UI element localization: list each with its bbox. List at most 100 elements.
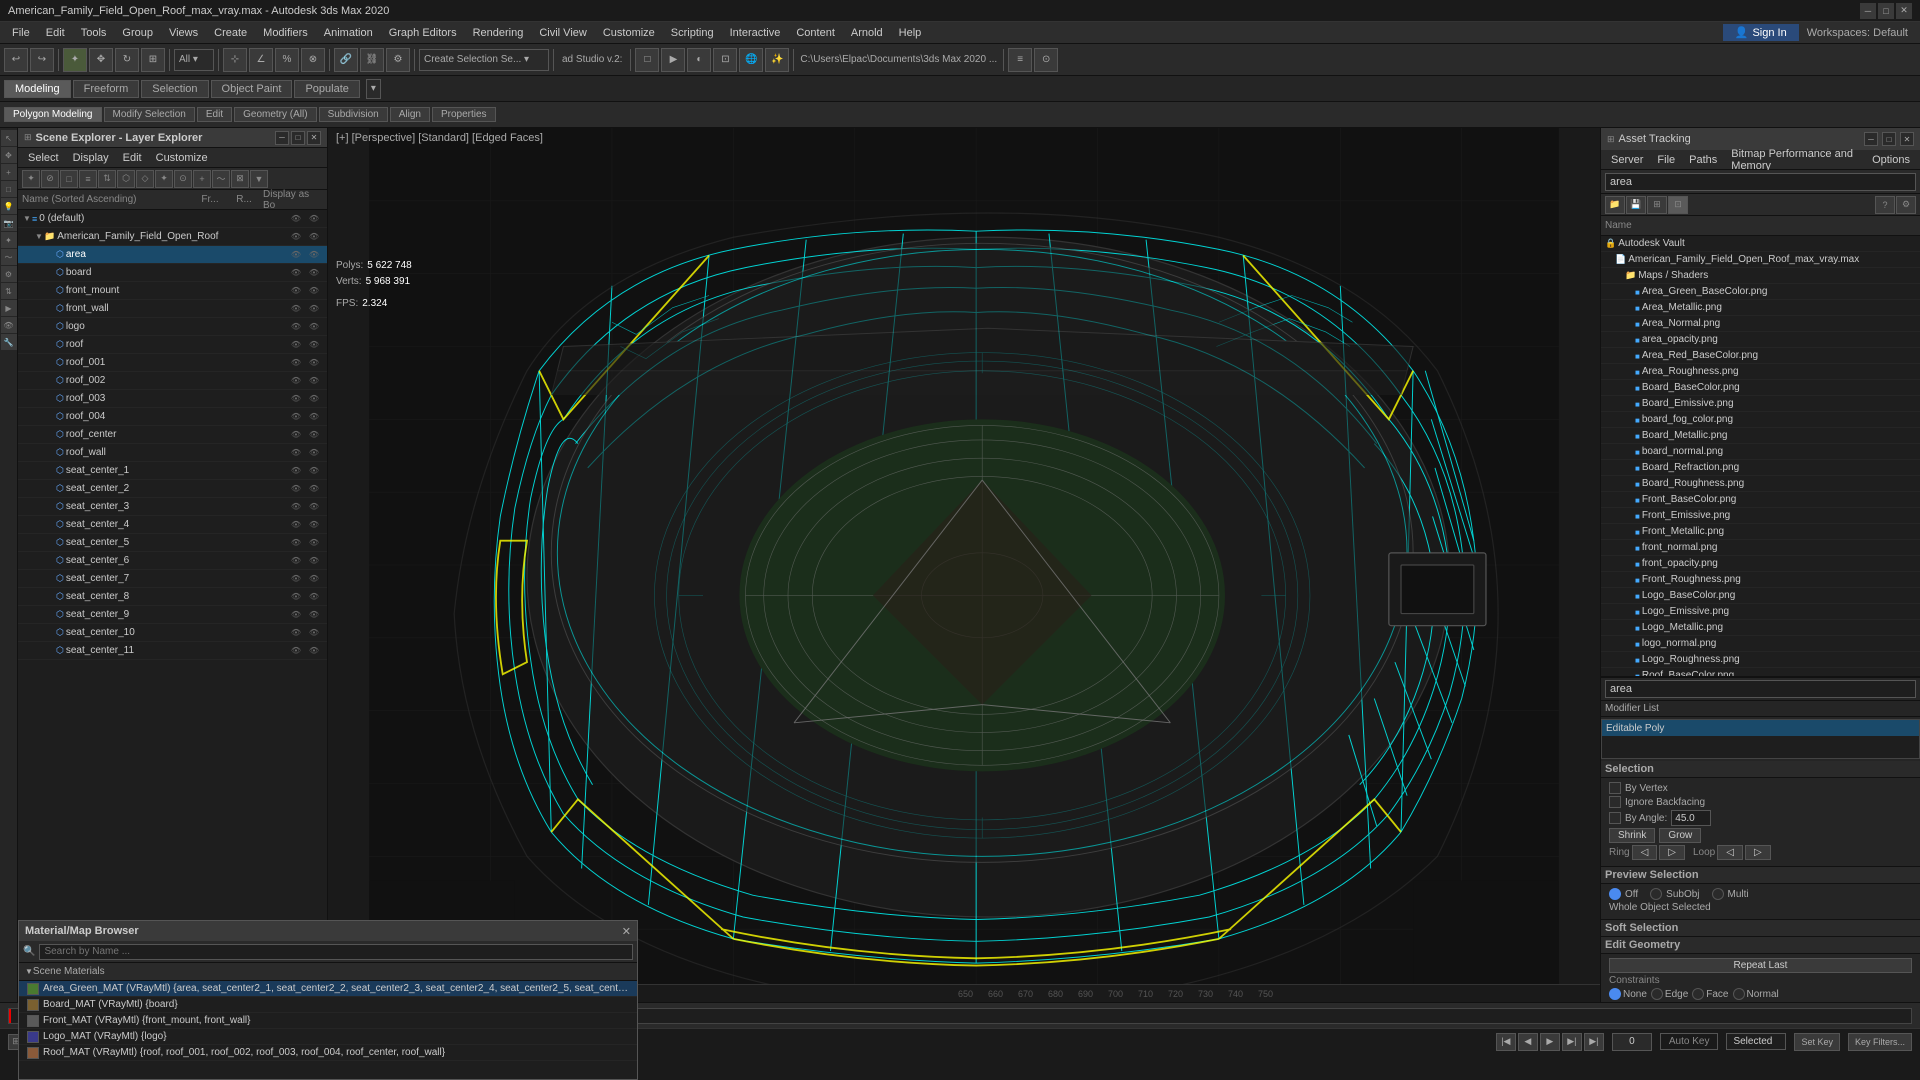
at-close[interactable]: ✕ bbox=[1900, 132, 1914, 146]
asset-item[interactable]: 🔒Autodesk Vault bbox=[1601, 236, 1920, 252]
scene-item[interactable]: ⬡board👁👁 bbox=[18, 264, 327, 282]
menu-content[interactable]: Content bbox=[788, 25, 843, 41]
at-restore[interactable]: □ bbox=[1882, 132, 1896, 146]
render-icon[interactable]: 👁 bbox=[305, 394, 323, 403]
multi-radio[interactable] bbox=[1712, 888, 1724, 900]
menu-help[interactable]: Help bbox=[891, 25, 930, 41]
se-hierarchy[interactable]: ⇅ bbox=[98, 170, 116, 188]
off-radio[interactable] bbox=[1609, 888, 1621, 900]
visibility-icon[interactable]: 👁 bbox=[287, 358, 305, 367]
grow-btn[interactable]: Grow bbox=[1659, 828, 1701, 843]
asset-item[interactable]: ■Front_Emissive.png bbox=[1601, 508, 1920, 524]
play-btn[interactable]: ▶ bbox=[1540, 1033, 1560, 1051]
scene-item[interactable]: ⬡seat_center_6👁👁 bbox=[18, 552, 327, 570]
tool-helpers[interactable]: ✦ bbox=[1, 232, 17, 248]
scene-item[interactable]: ▼📁American_Family_Field_Open_Roof👁👁 bbox=[18, 228, 327, 246]
scene-item[interactable]: ⬡seat_center_7👁👁 bbox=[18, 570, 327, 588]
render-icon[interactable]: 👁 bbox=[305, 520, 323, 529]
visibility-icon[interactable]: 👁 bbox=[287, 448, 305, 457]
rotate-btn[interactable]: ↻ bbox=[115, 48, 139, 72]
at-menu-file[interactable]: File bbox=[1651, 153, 1681, 167]
layers-btn[interactable]: ≡ bbox=[1008, 48, 1032, 72]
ring-plus[interactable]: ▷ bbox=[1659, 845, 1685, 860]
render-icon[interactable]: 👁 bbox=[305, 232, 323, 241]
asset-item[interactable]: ■board_fog_color.png bbox=[1601, 412, 1920, 428]
asset-item[interactable]: ■Area_Roughness.png bbox=[1601, 364, 1920, 380]
visibility-icon[interactable]: 👁 bbox=[287, 322, 305, 331]
asset-item[interactable]: ■Board_Refraction.png bbox=[1601, 460, 1920, 476]
tool-create[interactable]: + bbox=[1, 164, 17, 180]
asset-item[interactable]: ■Front_Metallic.png bbox=[1601, 524, 1920, 540]
normal-radio[interactable] bbox=[1733, 988, 1745, 1000]
scene-item[interactable]: ⬡roof_wall👁👁 bbox=[18, 444, 327, 462]
panel-restore[interactable]: □ bbox=[291, 131, 305, 145]
scene-item[interactable]: ▼≡0 (default)👁👁 bbox=[18, 210, 327, 228]
se-none[interactable]: □ bbox=[60, 170, 78, 188]
at-folder-btn[interactable]: 📁 bbox=[1605, 196, 1625, 214]
goto-end-btn[interactable]: ▶| bbox=[1584, 1033, 1604, 1051]
se-bones[interactable]: ⊠ bbox=[231, 170, 249, 188]
asset-item[interactable]: ■front_normal.png bbox=[1601, 540, 1920, 556]
asset-item[interactable]: ■front_opacity.png bbox=[1601, 556, 1920, 572]
snap-percent[interactable]: % bbox=[275, 48, 299, 72]
se-filter[interactable]: ▼ bbox=[250, 170, 268, 188]
visibility-icon[interactable]: 👁 bbox=[287, 268, 305, 277]
snap-angle[interactable]: ∠ bbox=[249, 48, 273, 72]
sign-in-btn[interactable]: 👤 Sign In bbox=[1723, 24, 1799, 41]
item-expand-btn[interactable]: ▼ bbox=[34, 232, 44, 241]
at-save-btn[interactable]: 💾 bbox=[1626, 196, 1646, 214]
menu-modifiers[interactable]: Modifiers bbox=[255, 25, 316, 41]
se-lights[interactable]: ✦ bbox=[155, 170, 173, 188]
snap-toggle[interactable]: ⊹ bbox=[223, 48, 247, 72]
asset-item[interactable]: ■Board_Roughness.png bbox=[1601, 476, 1920, 492]
poly-tab-properties[interactable]: Properties bbox=[432, 107, 496, 122]
tab-freeform[interactable]: Freeform bbox=[73, 80, 140, 98]
mat-section-header[interactable]: Scene Materials bbox=[19, 963, 637, 981]
scene-item[interactable]: ⬡seat_center_5👁👁 bbox=[18, 534, 327, 552]
at-help-btn[interactable]: ? bbox=[1875, 196, 1895, 214]
render-icon[interactable]: 👁 bbox=[305, 466, 323, 475]
item-expand-btn[interactable]: ▼ bbox=[22, 214, 32, 223]
menu-interactive[interactable]: Interactive bbox=[722, 25, 789, 41]
loop-plus[interactable]: ▷ bbox=[1745, 845, 1771, 860]
tool-systems[interactable]: ⚙ bbox=[1, 266, 17, 282]
asset-item[interactable]: ■Area_Red_BaseColor.png bbox=[1601, 348, 1920, 364]
se-spacewarps[interactable]: 〜 bbox=[212, 170, 230, 188]
by-vertex-checkbox[interactable] bbox=[1609, 782, 1621, 794]
scene-item[interactable]: ⬡roof_003👁👁 bbox=[18, 390, 327, 408]
redo-btn[interactable]: ↪ bbox=[30, 48, 54, 72]
undo-btn[interactable]: ↩ bbox=[4, 48, 28, 72]
asset-item[interactable]: ■Front_BaseColor.png bbox=[1601, 492, 1920, 508]
se-menu-select[interactable]: Select bbox=[22, 151, 65, 165]
tool-shapes[interactable]: □ bbox=[1, 181, 17, 197]
asset-item[interactable]: 📄American_Family_Field_Open_Roof_max_vra… bbox=[1601, 252, 1920, 268]
tab-modeling[interactable]: Modeling bbox=[4, 80, 71, 98]
menu-rendering[interactable]: Rendering bbox=[465, 25, 532, 41]
visibility-icon[interactable]: 👁 bbox=[287, 610, 305, 619]
tool-move[interactable]: ✥ bbox=[1, 147, 17, 163]
asset-item[interactable]: ■Logo_Metallic.png bbox=[1601, 620, 1920, 636]
mat-search-input[interactable] bbox=[39, 944, 633, 960]
tab-selection[interactable]: Selection bbox=[141, 80, 208, 98]
render-frame[interactable]: ⊡ bbox=[713, 48, 737, 72]
scene-item[interactable]: ⬡seat_center_10👁👁 bbox=[18, 624, 327, 642]
se-all[interactable]: ✦ bbox=[22, 170, 40, 188]
asset-item[interactable]: ■Board_BaseColor.png bbox=[1601, 380, 1920, 396]
se-helpers[interactable]: + bbox=[193, 170, 211, 188]
menu-views[interactable]: Views bbox=[161, 25, 206, 41]
scene-item[interactable]: ⬡roof_001👁👁 bbox=[18, 354, 327, 372]
se-menu-edit[interactable]: Edit bbox=[117, 151, 148, 165]
render-icon[interactable]: 👁 bbox=[305, 574, 323, 583]
selection-filter[interactable]: Create Selection Se... ▾ bbox=[419, 49, 549, 71]
scene-item[interactable]: ⬡front_wall👁👁 bbox=[18, 300, 327, 318]
visibility-icon[interactable]: 👁 bbox=[287, 466, 305, 475]
close-btn[interactable]: ✕ bbox=[1896, 3, 1912, 19]
render-icon[interactable]: 👁 bbox=[305, 358, 323, 367]
render-icon[interactable]: 👁 bbox=[305, 430, 323, 439]
render-icon[interactable]: 👁 bbox=[305, 214, 323, 223]
asset-item[interactable]: ■Area_Metallic.png bbox=[1601, 300, 1920, 316]
scene-item[interactable]: ⬡roof_center👁👁 bbox=[18, 426, 327, 444]
visibility-icon[interactable]: 👁 bbox=[287, 502, 305, 511]
mat-item[interactable]: Board_MAT (VRayMtl) {board} bbox=[19, 997, 637, 1013]
scene-item[interactable]: ⬡area👁👁 bbox=[18, 246, 327, 264]
